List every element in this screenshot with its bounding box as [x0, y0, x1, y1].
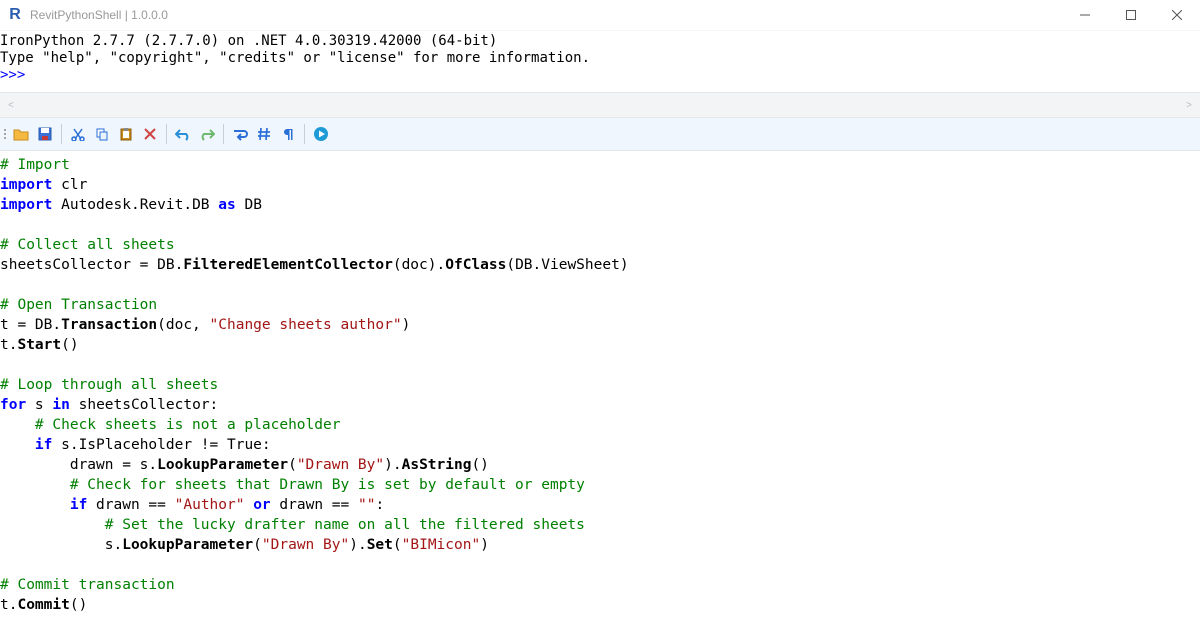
nav-right-icon[interactable]: >	[1186, 100, 1192, 111]
title-bar: R RevitPythonShell | 1.0.0.0	[0, 0, 1200, 31]
toolbar-grip-icon	[4, 129, 6, 139]
window-title: RevitPythonShell | 1.0.0.0	[30, 8, 168, 22]
app-logo: R	[6, 6, 24, 24]
close-button[interactable]	[1154, 0, 1200, 30]
copy-icon[interactable]	[91, 123, 113, 145]
minimize-button[interactable]	[1062, 0, 1108, 30]
nav-strip: < >	[0, 92, 1200, 118]
open-icon[interactable]	[10, 123, 32, 145]
redo-icon[interactable]	[196, 123, 218, 145]
console-output[interactable]: IronPython 2.7.7 (2.7.7.0) on .NET 4.0.3…	[0, 31, 1200, 92]
wrap-icon[interactable]	[229, 123, 251, 145]
maximize-button[interactable]	[1108, 0, 1154, 30]
toolbar	[0, 118, 1200, 151]
cut-icon[interactable]	[67, 123, 89, 145]
delete-icon[interactable]	[139, 123, 161, 145]
code-editor[interactable]: # Import import clr import Autodesk.Revi…	[0, 151, 1200, 615]
paste-icon[interactable]	[115, 123, 137, 145]
nav-left-icon[interactable]: <	[8, 100, 14, 111]
save-icon[interactable]	[34, 123, 56, 145]
pilcrow-icon[interactable]	[277, 123, 299, 145]
hash-icon[interactable]	[253, 123, 275, 145]
undo-icon[interactable]	[172, 123, 194, 145]
run-icon[interactable]	[310, 123, 332, 145]
